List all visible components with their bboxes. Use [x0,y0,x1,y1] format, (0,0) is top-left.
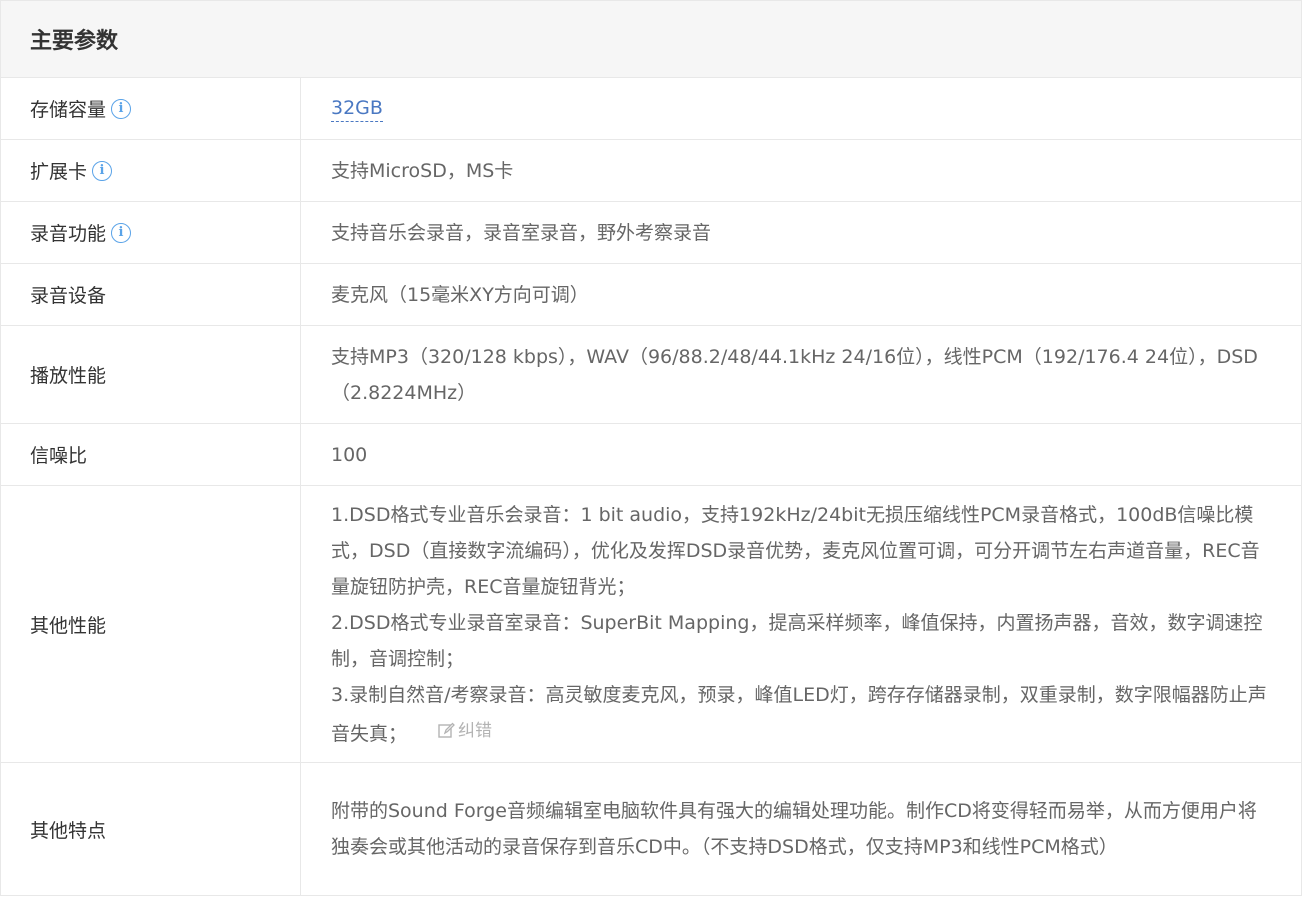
spec-value-other-features: 附带的Sound Forge音频编辑室电脑软件具有强大的编辑处理功能。制作CD将… [301,763,1301,895]
storage-capacity-link[interactable]: 32GB [331,95,383,122]
spec-value-other-performance: 1.DSD格式专业音乐会录音：1 bit audio，支持192kHz/24bi… [301,486,1301,762]
row-label: 扩展卡 [30,161,88,183]
spec-row-other-performance: 其他性能 1.DSD格式专业音乐会录音：1 bit audio，支持192kHz… [1,486,1301,763]
row-label: 其他特点 [30,819,107,842]
row-value: 附带的Sound Forge音频编辑室电脑软件具有强大的编辑处理功能。制作CD将… [331,800,1257,858]
spec-row-recording-device: 录音设备 麦克风（15毫米XY方向可调） [1,264,1301,326]
spec-row-snr: 信噪比 100 [1,424,1301,486]
spec-label-storage: 存储容量 i [1,78,301,139]
spec-row-expansion-card: 扩展卡 i 支持MicroSD，MS卡 [1,140,1301,202]
spec-value-storage: 32GB [301,78,1301,139]
row-value: 100 [331,443,368,466]
report-error-link[interactable]: 纠错 [437,713,492,749]
spec-value-playback: 支持MP3（320/128 kbps），WAV（96/88.2/48/44.1k… [301,326,1301,423]
row-label: 播放性能 [30,365,107,387]
section-title: 主要参数 [30,29,119,54]
spec-label-expansion-card: 扩展卡 i [1,140,301,201]
spec-row-playback: 播放性能 支持MP3（320/128 kbps），WAV（96/88.2/48/… [1,326,1301,424]
row-value: 支持MicroSD，MS卡 [331,159,514,182]
spec-label-recording-device: 录音设备 [1,264,301,325]
row-label: 录音设备 [30,285,107,307]
spec-value-recording-function: 支持音乐会录音，录音室录音，野外考察录音 [301,202,1301,263]
multi-line-value: 1.DSD格式专业音乐会录音：1 bit audio，支持192kHz/24bi… [331,497,1267,752]
spec-table: 主要参数 存储容量 i 32GB 扩展卡 i 支持MicroSD，MS卡 录音功… [0,0,1302,896]
value-line: 3.录制自然音/考察录音：高灵敏度麦克风，预录，峰值LED灯，跨存存储器录制，双… [331,677,1267,752]
row-label: 信噪比 [30,445,88,467]
row-value: 麦克风（15毫米XY方向可调） [331,283,589,306]
spec-label-other-features: 其他特点 [1,763,301,895]
edit-icon [438,722,455,738]
spec-row-recording-function: 录音功能 i 支持音乐会录音，录音室录音，野外考察录音 [1,202,1301,264]
spec-value-expansion-card: 支持MicroSD，MS卡 [301,140,1301,201]
spec-row-storage: 存储容量 i 32GB [1,78,1301,140]
report-error-label: 纠错 [458,720,493,741]
row-label: 录音功能 [30,223,107,245]
spec-value-recording-device: 麦克风（15毫米XY方向可调） [301,264,1301,325]
info-icon[interactable]: i [92,160,113,181]
spec-row-other-features: 其他特点 附带的Sound Forge音频编辑室电脑软件具有强大的编辑处理功能。… [1,763,1301,896]
spec-label-playback: 播放性能 [1,326,301,423]
spec-label-recording-function: 录音功能 i [1,202,301,263]
row-label: 其他性能 [30,614,107,637]
spec-label-other-performance: 其他性能 [1,486,301,762]
spec-value-snr: 100 [301,424,1301,485]
info-icon[interactable]: i [111,222,132,243]
row-value: 支持MP3（320/128 kbps），WAV（96/88.2/48/44.1k… [331,345,1258,404]
spec-header: 主要参数 [1,1,1301,78]
value-line: 1.DSD格式专业音乐会录音：1 bit audio，支持192kHz/24bi… [331,503,1260,598]
row-value: 支持音乐会录音，录音室录音，野外考察录音 [331,221,712,244]
row-label: 存储容量 [30,99,107,121]
value-line: 2.DSD格式专业录音室录音：SuperBit Mapping，提高采样频率，峰… [331,611,1263,670]
spec-label-snr: 信噪比 [1,424,301,485]
info-icon[interactable]: i [111,98,132,119]
